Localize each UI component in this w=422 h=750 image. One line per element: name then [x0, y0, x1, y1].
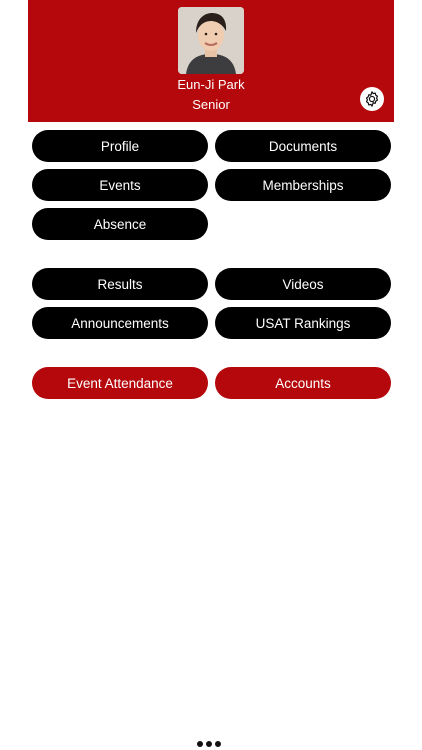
videos-button[interactable]: Videos [215, 268, 391, 300]
gear-icon [365, 91, 379, 107]
announcements-button[interactable]: Announcements [32, 307, 208, 339]
results-button[interactable]: Results [32, 268, 208, 300]
event-attendance-button[interactable]: Event Attendance [32, 367, 208, 399]
memberships-button[interactable]: Memberships [215, 169, 391, 201]
usat-rankings-button[interactable]: USAT Rankings [215, 307, 391, 339]
more-dots-icon[interactable] [197, 741, 221, 747]
more-dot [206, 741, 212, 747]
avatar[interactable] [178, 7, 244, 74]
profile-button[interactable]: Profile [32, 130, 208, 162]
avatar-photo [178, 7, 244, 74]
more-dot [215, 741, 221, 747]
documents-button[interactable]: Documents [215, 130, 391, 162]
more-dot [197, 741, 203, 747]
events-button[interactable]: Events [32, 169, 208, 201]
user-role: Senior [192, 97, 230, 112]
profile-header: Eun-Ji Park Senior [28, 0, 394, 122]
user-name: Eun-Ji Park [177, 77, 245, 92]
accounts-button[interactable]: Accounts [215, 367, 391, 399]
settings-button[interactable] [360, 87, 384, 111]
absence-button[interactable]: Absence [32, 208, 208, 240]
